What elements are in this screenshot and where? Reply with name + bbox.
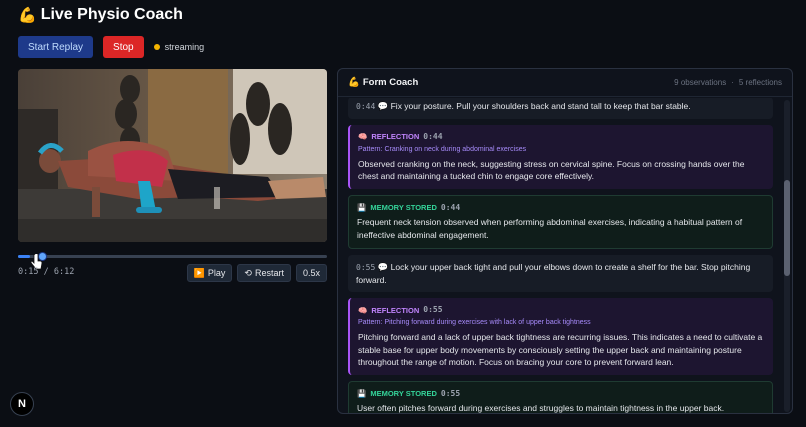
reflection-tag: REFLECTION bbox=[371, 305, 420, 315]
restart-icon: ⟲ bbox=[244, 267, 252, 278]
observation-count: 9 observations bbox=[674, 78, 727, 87]
memory-tag: MEMORY STORED bbox=[370, 389, 437, 399]
start-replay-button[interactable]: Start Replay bbox=[18, 36, 94, 58]
floppy-disk-icon: 💾 bbox=[357, 203, 367, 213]
duration: 6:12 bbox=[53, 267, 75, 277]
form-coach-panel: 💪 Form Coach 9 observations · 5 reflecti… bbox=[337, 68, 793, 414]
feed-timestamp: 0:55 bbox=[440, 389, 461, 398]
feed-timestamp: 0:55 bbox=[356, 262, 376, 272]
brain-icon: 🧠 bbox=[358, 132, 368, 142]
restart-label: Restart bbox=[254, 268, 284, 278]
pattern-label: Pattern: Pitching forward during exercis… bbox=[358, 319, 591, 327]
player-controls: ▶️ Play ⟲ Restart 0.5x bbox=[186, 264, 327, 282]
feed-item-header: 💾 MEMORY STORED 0:55 bbox=[357, 388, 764, 400]
floppy-disk-icon: 💾 bbox=[357, 389, 367, 399]
streaming-status: streaming bbox=[153, 42, 205, 52]
feed-text: Pitching forward and a lack of upper bac… bbox=[358, 331, 763, 368]
stop-button[interactable]: Stop bbox=[103, 36, 144, 58]
feed-text: Observed cranking on the neck, suggestin… bbox=[358, 158, 745, 182]
speed-button[interactable]: 0.5x bbox=[295, 264, 327, 282]
pattern-label: Pattern: Cranking on neck during abdomin… bbox=[358, 146, 527, 153]
feed-item-reflection: 🧠 REFLECTION 0:55 Pattern: Pitching forw… bbox=[348, 298, 773, 375]
stats-separator: · bbox=[731, 78, 734, 87]
restart-button[interactable]: ⟲ Restart bbox=[237, 264, 291, 282]
panel-title: 💪 Form Coach bbox=[348, 77, 418, 88]
nextjs-logo-icon[interactable]: N bbox=[10, 392, 34, 416]
speech-icon: 💬 bbox=[377, 101, 389, 111]
scrollbar-thumb[interactable] bbox=[784, 180, 790, 276]
speech-icon: 💬 bbox=[377, 261, 389, 272]
app-title-text: Live Physio Coach bbox=[40, 6, 183, 23]
feed-text: Lock your upper back tight and pull your… bbox=[356, 261, 751, 285]
play-label: Play bbox=[207, 268, 226, 278]
feed-text: Fix your posture. Pull your shoulders ba… bbox=[390, 101, 691, 111]
flexed-arm-icon: 💪 bbox=[18, 7, 37, 24]
status-dot-icon bbox=[153, 44, 160, 50]
reflection-count: 5 reflections bbox=[738, 78, 782, 87]
play-button[interactable]: ▶️ Play bbox=[186, 264, 233, 282]
feed-item-tip: 0:44 💬 Fix your posture. Pull your shoul… bbox=[348, 98, 773, 119]
timeline-progress bbox=[18, 255, 31, 258]
brain-icon: 🧠 bbox=[358, 305, 368, 315]
memory-tag: MEMORY STORED bbox=[370, 203, 437, 213]
status-text: streaming bbox=[164, 42, 205, 52]
feed-text: User often pitches forward during exerci… bbox=[357, 403, 725, 413]
feed-scrollbar[interactable] bbox=[784, 100, 790, 412]
feed-item-memory: 💾 MEMORY STORED 0:55 User often pitches … bbox=[348, 381, 773, 413]
panel-stats: 9 observations · 5 reflections bbox=[674, 78, 782, 87]
feed-timestamp: 0:44 bbox=[440, 203, 461, 212]
feed-item-header: 🧠 REFLECTION 0:44 bbox=[358, 131, 765, 143]
flexed-arm-icon: 💪 bbox=[348, 77, 360, 88]
app-title: 💪 Live Physio Coach bbox=[18, 6, 183, 24]
coach-feed[interactable]: 0:44 💬 Fix your posture. Pull your shoul… bbox=[338, 98, 780, 413]
feed-item-tip: 0:55 💬 Lock your upper back tight and pu… bbox=[348, 254, 773, 293]
video-player[interactable] bbox=[18, 69, 327, 242]
play-icon: ▶️ bbox=[193, 267, 205, 278]
feed-timestamp: 0:55 bbox=[423, 305, 443, 315]
controls-bar: Start Replay Stop streaming bbox=[18, 36, 204, 58]
feed-timestamp: 0:44 bbox=[356, 102, 376, 111]
feed-text: Frequent neck tension observed when perf… bbox=[357, 217, 743, 240]
feed-item-header: 💾 MEMORY STORED 0:44 bbox=[357, 202, 764, 214]
video-frame bbox=[18, 69, 327, 242]
time-display: 0:15 / 6:12 bbox=[18, 267, 75, 277]
video-timeline[interactable] bbox=[18, 252, 327, 261]
feed-timestamp: 0:44 bbox=[423, 132, 443, 141]
panel-header: 💪 Form Coach 9 observations · 5 reflecti… bbox=[338, 69, 792, 97]
current-time: 0:15 bbox=[18, 267, 39, 277]
reflection-tag: REFLECTION bbox=[371, 132, 420, 142]
panel-title-text: Form Coach bbox=[362, 77, 419, 88]
feed-item-reflection: 🧠 REFLECTION 0:44 Pattern: Cranking on n… bbox=[348, 125, 773, 189]
feed-item-memory: 💾 MEMORY STORED 0:44 Frequent neck tensi… bbox=[348, 195, 773, 249]
feed-item-header: 🧠 REFLECTION 0:55 bbox=[358, 304, 765, 316]
